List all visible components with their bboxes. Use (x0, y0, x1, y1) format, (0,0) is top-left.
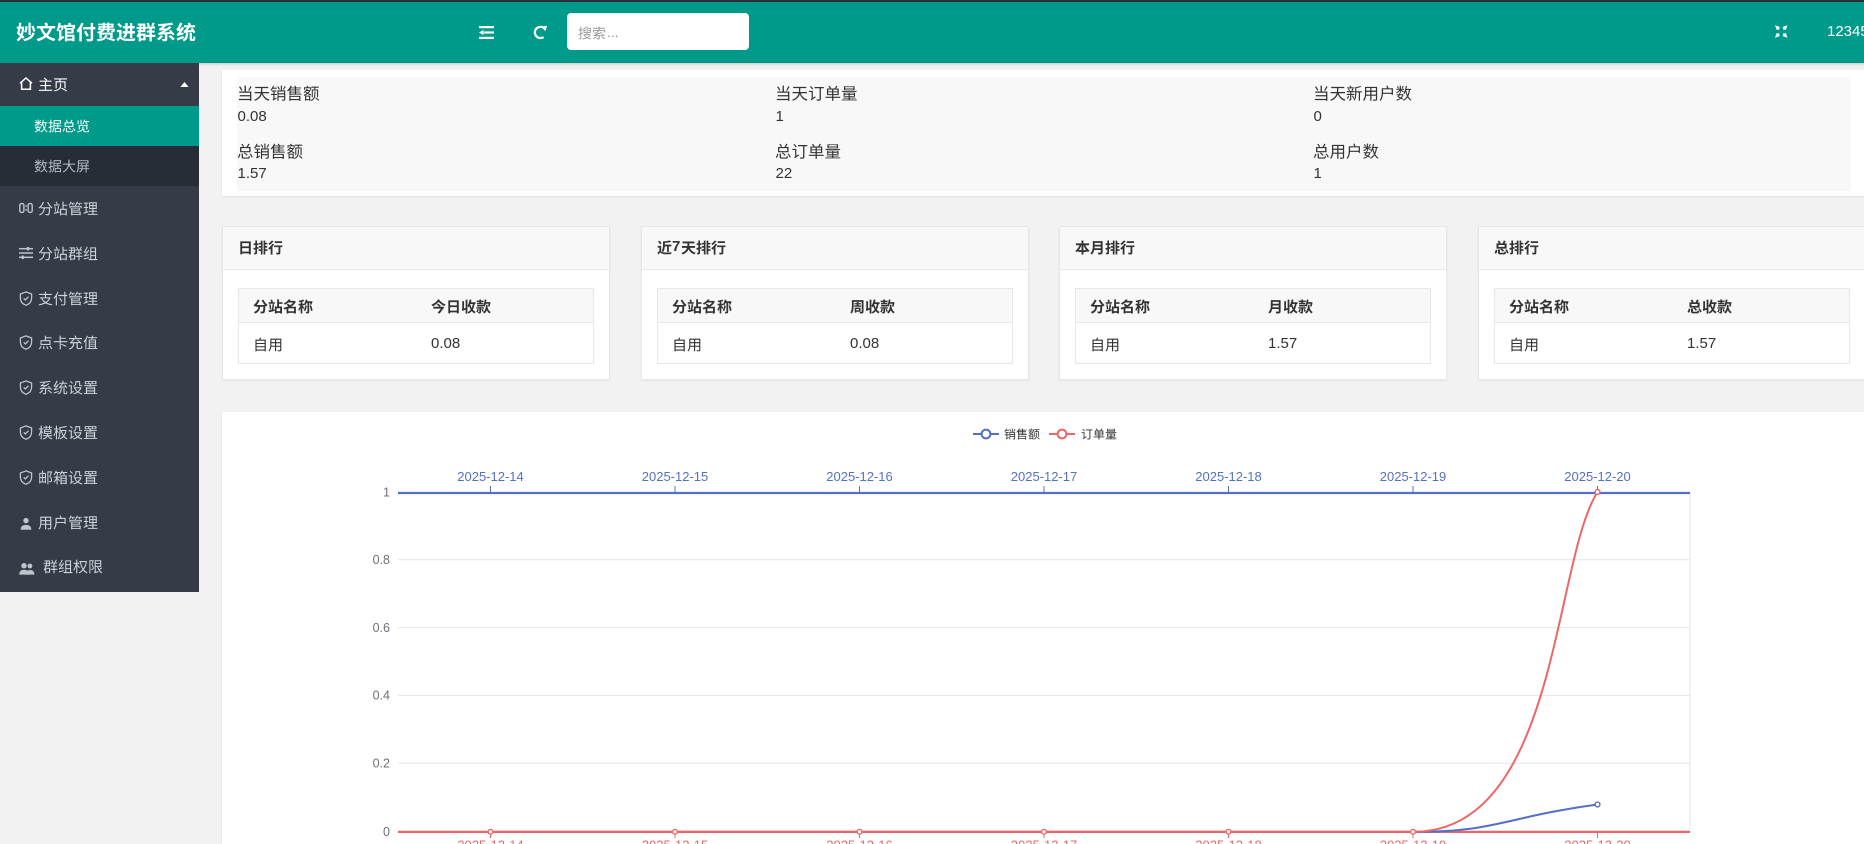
svg-text:1: 1 (383, 486, 390, 500)
svg-text:0.2: 0.2 (373, 756, 390, 770)
svg-text:2025-12-16: 2025-12-16 (826, 469, 893, 484)
svg-text:2025-12-18: 2025-12-18 (1195, 837, 1262, 844)
svg-text:2025-12-14: 2025-12-14 (457, 469, 524, 484)
svg-text:2025-12-17: 2025-12-17 (1011, 837, 1078, 844)
svg-text:2025-12-20: 2025-12-20 (1564, 469, 1631, 484)
svg-text:0.6: 0.6 (373, 621, 390, 635)
svg-text:2025-12-18: 2025-12-18 (1195, 469, 1262, 484)
svg-text:2025-12-14: 2025-12-14 (457, 837, 524, 844)
svg-text:2025-12-16: 2025-12-16 (826, 837, 893, 844)
svg-text:2025-12-19: 2025-12-19 (1380, 837, 1447, 844)
svg-text:2025-12-17: 2025-12-17 (1011, 469, 1078, 484)
svg-text:0.8: 0.8 (373, 553, 390, 567)
svg-text:0.4: 0.4 (373, 689, 390, 703)
svg-text:2025-12-19: 2025-12-19 (1380, 469, 1447, 484)
svg-text:2025-12-15: 2025-12-15 (642, 837, 709, 844)
svg-text:2025-12-20: 2025-12-20 (1564, 837, 1631, 844)
svg-text:0: 0 (383, 825, 390, 839)
svg-text:2025-12-15: 2025-12-15 (642, 469, 709, 484)
